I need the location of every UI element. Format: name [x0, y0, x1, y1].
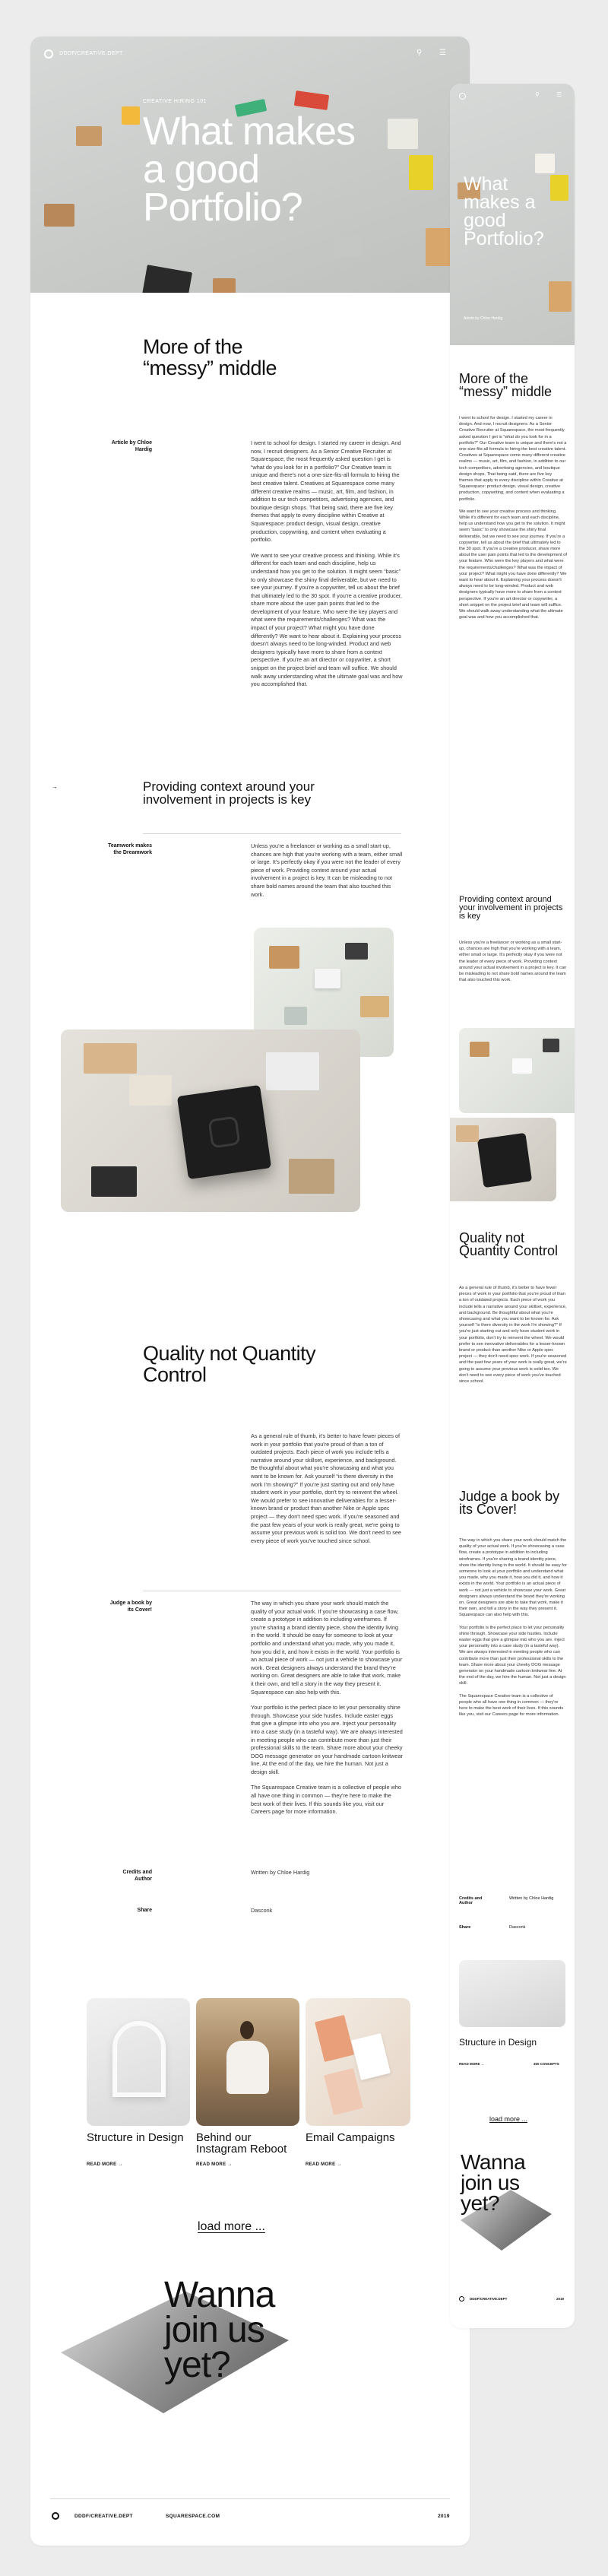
- mobile-byline: Article by Chloe Hardig: [464, 316, 503, 321]
- mobile-product-photo: [450, 1118, 556, 1201]
- section4-paragraph: The Squarespace Creative team is a colle…: [251, 1784, 401, 1816]
- section1-body: I went to school for design. I started m…: [251, 439, 403, 696]
- wood-block: [76, 126, 102, 146]
- related-post-image[interactable]: [306, 1998, 410, 2126]
- black-block: [141, 265, 193, 293]
- desktop-article-card: DDDF/CREATIVE.DEPT ⚲ ☰ CREATIVE HIRING 1…: [30, 36, 470, 2546]
- mobile-heading-judge: Judge a book by its Cover!: [459, 1489, 560, 1517]
- read-more-link[interactable]: READ MORE →: [87, 2162, 123, 2167]
- brand-logo-icon[interactable]: [459, 93, 466, 100]
- mobile-section1-body: I went to school for design. I started m…: [459, 415, 567, 627]
- mobile-section4-body: The way in which you share your work sho…: [459, 1537, 567, 1724]
- menu-icon[interactable]: ☰: [556, 91, 562, 98]
- mobile-product-photo: [459, 1028, 575, 1113]
- article-kicker: CREATIVE HIRING 101: [143, 99, 207, 104]
- credits-value: Written by Chloe Hardig: [251, 1869, 310, 1876]
- footer-logo-icon[interactable]: [52, 2512, 59, 2520]
- frosted-block: [388, 119, 418, 149]
- section4-paragraph: Your portfolio is the perfect place to l…: [251, 1704, 403, 1775]
- mobile-footer-brand[interactable]: DDDF/CREATIVE.DEPT: [470, 2297, 507, 2301]
- mobile-join-us-text[interactable]: Wanna join us yet?: [461, 2152, 552, 2214]
- credits-label: Credits and Author: [122, 1870, 152, 1882]
- teamwork-label: Teamwork makes the Dreamwork: [108, 843, 152, 855]
- footer-site-link[interactable]: SQUARESPACE.COM: [166, 2514, 220, 2519]
- mobile-read-more[interactable]: READ MORE →: [459, 2062, 484, 2066]
- mobile-hero: ⚲ ☰ What makes a good Portfolio? Article…: [450, 84, 575, 345]
- mobile-footer-logo-icon[interactable]: [459, 2296, 464, 2302]
- mobile-heading-quality: Quality not Quantity Control: [459, 1230, 559, 1258]
- section-heading-quality: Quality not Quantity Control: [143, 1342, 316, 1386]
- load-more-button[interactable]: load more ...: [198, 2220, 265, 2234]
- section2-body: Unless you're a freelancer or working as…: [251, 842, 403, 898]
- article-title: What makes a good Portfolio?: [143, 109, 356, 230]
- judge-label: Judge a book by its Cover!: [109, 1600, 152, 1613]
- related-post-image[interactable]: [196, 1998, 299, 2126]
- mobile-paragraph: The way in which you share your work sho…: [459, 1538, 567, 1618]
- search-icon[interactable]: ⚲: [416, 49, 424, 57]
- section1-paragraph: We want to see your creative process and…: [251, 551, 403, 688]
- mobile-article-title: What makes a good Portfolio?: [464, 173, 544, 249]
- footer-year: 2019: [438, 2514, 450, 2519]
- section3-body: As a general rule of thumb, it's better …: [251, 1432, 401, 1544]
- mobile-heading-messy-middle: More of the “messy” middle: [459, 371, 553, 399]
- mobile-share-link[interactable]: Dasconk: [509, 1925, 525, 1930]
- section-heading-context: Providing context around your involvemen…: [143, 779, 315, 807]
- yellow-block: [122, 106, 140, 125]
- mobile-paragraph: Your portfolio is the perfect place to l…: [459, 1625, 566, 1686]
- mobile-paragraph: The Squarespace Creative team is a colle…: [459, 1693, 564, 1718]
- section4-paragraph: The way in which you share your work sho…: [251, 1600, 403, 1696]
- mobile-article-card: ⚲ ☰ What makes a good Portfolio? Article…: [450, 84, 575, 2328]
- section-heading-messy-middle: More of the “messy” middle: [143, 335, 277, 379]
- read-more-link[interactable]: READ MORE →: [306, 2162, 342, 2167]
- mobile-related-image[interactable]: [459, 1960, 565, 2027]
- related-post-title[interactable]: Structure in Design: [87, 2132, 185, 2143]
- mobile-heading-context: Providing context around your involvemen…: [459, 895, 563, 921]
- mobile-credits-value: Written by Chloe Hardig: [509, 1896, 554, 1901]
- footer-brand[interactable]: DDDF/CREATIVE.DEPT: [74, 2514, 133, 2519]
- mobile-section2-body: Unless you're a freelancer or working as…: [459, 941, 567, 983]
- related-post-image[interactable]: [87, 1998, 190, 2126]
- section1-paragraph: I went to school for design. I started m…: [251, 439, 401, 544]
- mobile-section3-body: As a general rule of thumb, it's better …: [459, 1286, 567, 1385]
- search-icon[interactable]: ⚲: [535, 91, 540, 98]
- join-us-banner-text[interactable]: Wanna join us yet?: [164, 2277, 324, 2384]
- share-link[interactable]: Dasconk: [251, 1907, 403, 1915]
- read-more-link[interactable]: READ MORE →: [196, 2162, 233, 2167]
- section4-body: The way in which you share your work sho…: [251, 1600, 403, 1824]
- grey-block: [334, 236, 362, 257]
- menu-icon[interactable]: ☰: [439, 49, 447, 57]
- yellow-block: [409, 155, 433, 190]
- divider: [143, 833, 401, 834]
- mobile-paragraph: I went to school for design. I started m…: [459, 416, 567, 502]
- mobile-related-tag: 300 CONCEPTS: [534, 2062, 559, 2066]
- related-post-title[interactable]: Behind our Instagram Reboot: [196, 2132, 302, 2155]
- arrow-icon: →: [52, 783, 58, 790]
- brand-name[interactable]: DDDF/CREATIVE.DEPT: [59, 51, 123, 56]
- hero-banner: DDDF/CREATIVE.DEPT ⚲ ☰ CREATIVE HIRING 1…: [30, 36, 470, 293]
- mobile-load-more[interactable]: load more ...: [489, 2115, 527, 2123]
- wood-block: [213, 278, 236, 293]
- related-post-title[interactable]: Email Campaigns: [306, 2132, 404, 2143]
- brand-logo-icon[interactable]: [44, 49, 53, 59]
- mobile-share-label: Share: [459, 1925, 471, 1930]
- red-block: [293, 90, 330, 110]
- wood-block: [44, 204, 74, 227]
- mobile-paragraph: We want to see your creative process and…: [459, 509, 567, 620]
- mobile-related-title[interactable]: Structure in Design: [459, 2038, 550, 2047]
- share-label: Share: [137, 1908, 152, 1913]
- mobile-footer-year: 2019: [556, 2297, 565, 2301]
- mobile-credits-label: Credits and Author: [459, 1896, 483, 1905]
- product-photo-squarespace-block: [61, 1029, 360, 1212]
- footer-divider: [50, 2498, 450, 2499]
- byline-label: Article by Chloe Hardig: [111, 440, 152, 452]
